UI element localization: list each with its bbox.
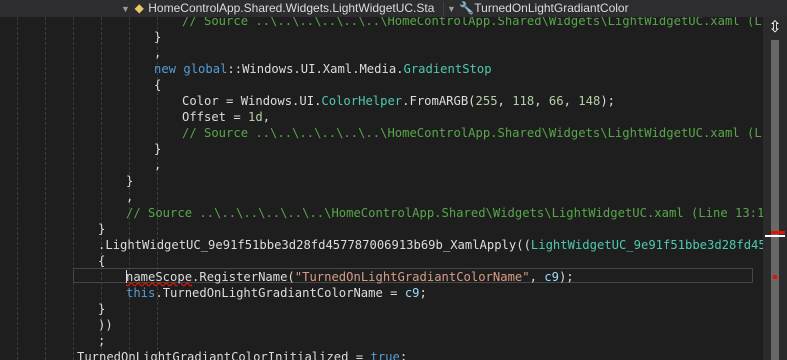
code-line: nameScope.RegisterName("TurnedOnLightGra… — [126, 270, 574, 284]
code-line: } — [126, 174, 134, 188]
indent-guide — [73, 17, 74, 360]
code-line: ; — [98, 334, 106, 348]
navbar-divider — [443, 2, 444, 15]
code-line: , — [126, 190, 134, 204]
member-dropdown[interactable]: ▼ 🔧TurnedOnLightGradiantColor — [447, 0, 629, 17]
code-line: } — [154, 30, 162, 44]
type-dropdown[interactable]: ▼ ◆ HomeControlApp.Shared.Widgets.LightWi… — [121, 0, 434, 17]
code-line: new global::Windows.UI.Xaml.Media.Gradie… — [154, 62, 492, 76]
code-line: .LightWidgetUC_9e91f51bbe3d28fd457787006… — [98, 238, 763, 252]
code-editor[interactable]: // Source ..\..\..\..\..\..\HomeControlA… — [0, 17, 763, 360]
class-icon: ◆ — [134, 1, 144, 15]
code-line: // Source ..\..\..\..\..\..\HomeControlA… — [182, 17, 762, 28]
chevron-down-icon: ▼ — [121, 4, 130, 14]
code-line: { — [154, 78, 162, 92]
code-line: Color = Windows.UI.ColorHelper.FromARGB(… — [182, 94, 615, 108]
code-line: // Source ..\..\..\..\..\..\HomeControlA… — [182, 126, 762, 140]
code-line: } — [154, 142, 162, 156]
navigation-bar: ▼ ◆ HomeControlApp.Shared.Widgets.LightWi… — [0, 0, 787, 17]
code-line: } — [98, 302, 106, 316]
caret-position-marker — [765, 235, 785, 237]
code-line: } — [98, 222, 106, 236]
wrench-icon: 🔧 — [459, 1, 475, 15]
code-line: , — [154, 46, 162, 60]
error-marker — [771, 231, 785, 234]
code-line: )) — [98, 318, 113, 332]
chevron-down-icon: ▼ — [447, 4, 456, 14]
split-window-icon[interactable]: ⇳ — [763, 17, 787, 37]
code-line: // Source ..\..\..\..\..\..\HomeControlA… — [126, 206, 763, 220]
text-caret — [126, 270, 127, 283]
code-line: TurnedOnLightGradiantColorInitialized = … — [77, 350, 408, 360]
error-squiggle[interactable]: nameScope — [126, 270, 192, 284]
scrollbar-thumb[interactable] — [771, 40, 779, 360]
type-dropdown-label: HomeControlApp.Shared.Widgets.LightWidge… — [148, 1, 435, 15]
code-line: , — [154, 158, 162, 172]
code-line: this.TurnedOnLightGradiantColorName = c9… — [126, 286, 427, 300]
vertical-scrollbar[interactable]: ⇳ — [763, 17, 787, 360]
indent-guide — [45, 17, 46, 360]
code-line: Offset = 1d, — [182, 110, 271, 124]
code-line: { — [98, 254, 106, 268]
member-dropdown-label: TurnedOnLightGradiantColor — [474, 1, 629, 15]
indent-guide — [17, 17, 18, 360]
error-marker — [773, 275, 777, 279]
